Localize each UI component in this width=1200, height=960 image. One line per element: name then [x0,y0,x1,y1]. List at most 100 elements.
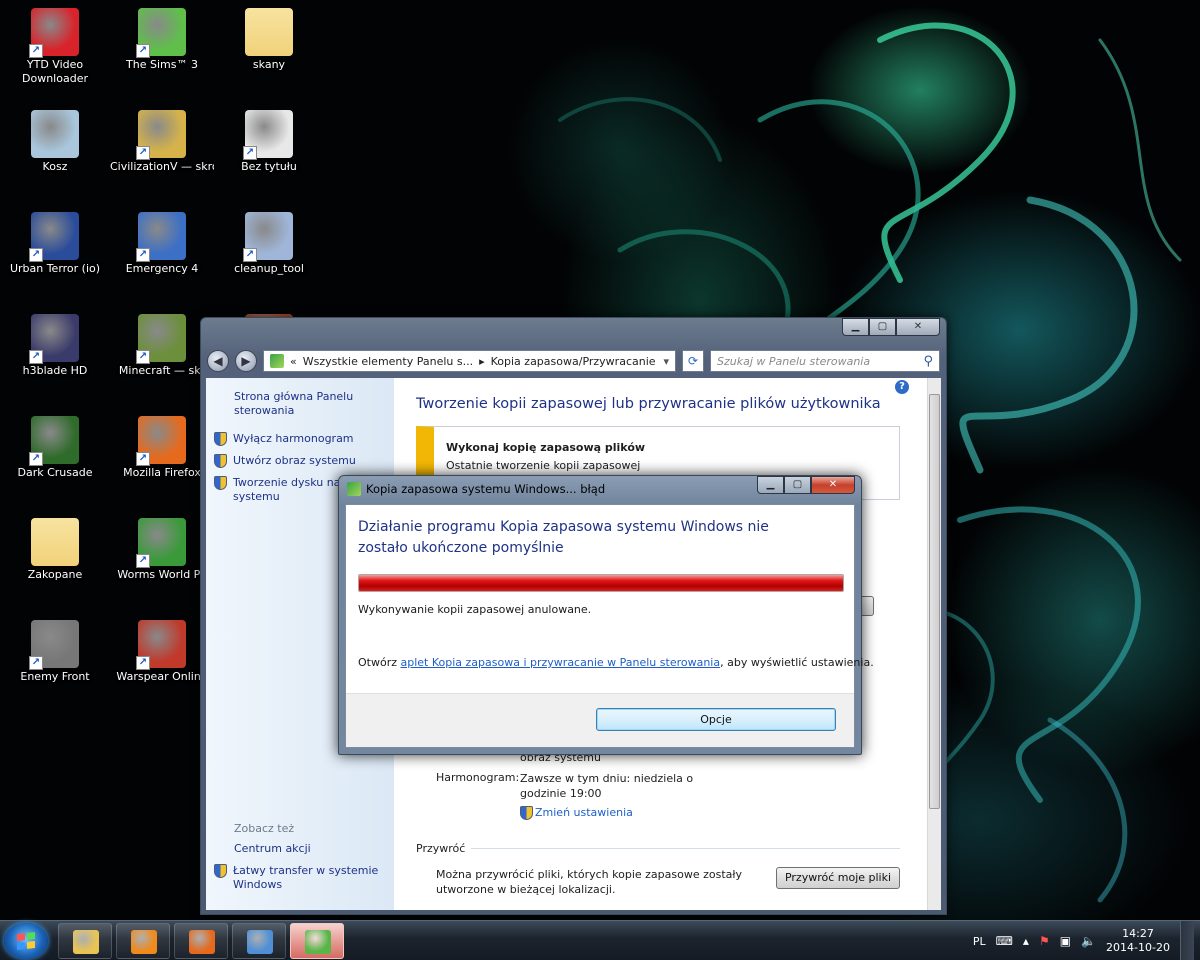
taskbar-button[interactable] [174,923,228,959]
sidebar-item-disable-schedule[interactable]: Wyłącz harmonogram [214,432,394,446]
breadcrumb-separator-icon[interactable]: ▸ [479,355,485,368]
schedule-value-line1: Zawsze w tym dniu: niedziela o [520,772,694,785]
taskbar-button[interactable] [58,923,112,959]
desktop-icon-label: cleanup_tool [234,262,304,275]
dialog-close-button[interactable]: ✕ [811,476,855,494]
desktop-icon[interactable]: Kosz [3,106,107,206]
refresh-icon[interactable]: ⟳ [682,350,704,372]
shortcut-arrow-icon: ↗ [29,44,43,58]
desktop-icon[interactable]: ↗ Warspear Online [110,616,214,716]
show-desktop-button[interactable] [1180,921,1194,960]
desktop-icon[interactable]: skany [217,4,321,104]
backup-applet-link[interactable]: aplet Kopia zapasowa i przywracanie w Pa… [401,656,721,669]
see-also-heading: Zobacz też [234,822,295,835]
desktop-icon[interactable]: ↗ Bez tytułu [217,106,321,206]
desktop-icon-label-line2: Downloader [22,72,88,85]
taskbar-button[interactable] [232,923,286,959]
desktop-icon[interactable]: ↗ Urban Terror (io) [3,208,107,308]
restore-text: Można przywrócić pliki, których kopie za… [436,867,742,897]
language-indicator[interactable]: PL [973,935,986,948]
warspear-icon: ↗ [136,620,186,670]
dialog-titlebar: Kopia zapasowa systemu Windows... błąd [347,482,605,496]
clock[interactable]: 14:27 2014-10-20 [1106,927,1170,955]
desktop-icon[interactable]: ↗ Worms World Pa [110,514,214,614]
scrollbar-thumb[interactable] [929,394,940,809]
system-tray: PL ⌨ ▴ ⚑ ▣ 🔈 14:27 2014-10-20 [973,921,1200,960]
desktop-icon-label: CivilizationV — skrót [110,160,214,173]
restore-row: Można przywrócić pliki, których kopie za… [416,867,900,897]
address-bar[interactable]: « Wszystkie elementy Panelu s... ▸ Kopia… [263,350,676,372]
desktop-icon[interactable]: ↗ h3blade HD [3,310,107,410]
desktop-icon[interactable]: ↗ Dark Crusade [3,412,107,512]
volume-icon[interactable]: 🔈 [1081,934,1096,948]
taskbar-button[interactable] [290,923,344,959]
dialog-minimize-button[interactable]: ▁ [757,476,784,494]
change-settings-link[interactable]: Zmień ustawienia [520,805,693,820]
schedule-value-line2: godzinie 19:00 [520,787,602,800]
shortcut-arrow-icon: ↗ [243,248,257,262]
address-prefix: « [290,354,297,368]
options-button[interactable]: Opcje [596,708,836,731]
close-button[interactable]: ✕ [896,318,940,336]
desktop-icon[interactable]: ↗ CivilizationV — skrót [110,106,214,206]
minimize-button[interactable]: ▁ [842,318,869,336]
desktop-icon-label: Enemy Front [20,670,90,683]
see-also-easy-transfer[interactable]: Łatwy transfer w systemie Windows [214,864,394,892]
shield-icon [520,805,533,820]
sidebar-item-create-image[interactable]: Utwórz obraz systemu [214,454,394,468]
shortcut-arrow-icon: ↗ [29,350,43,364]
desktop-icon[interactable]: ↗ cleanup_tool [217,208,321,308]
vertical-scrollbar[interactable] [927,378,941,910]
desktop-icon[interactable]: ↗ Emergency 4 [110,208,214,308]
urban-terror-icon: ↗ [29,212,79,262]
installer-icon: ↗ [243,212,293,262]
backup-progress-bar [358,574,844,592]
firefox-icon [189,930,215,954]
folder-icon [245,8,293,56]
shortcut-arrow-icon: ↗ [243,146,257,160]
h3blade-icon: ↗ [29,314,79,364]
back-button[interactable]: ◀ [207,350,229,372]
ytd-icon: ↗ [29,8,79,58]
shield-icon [214,864,227,878]
schedule-value: Zawsze w tym dniu: niedziela o godzinie … [520,771,693,820]
restore-files-button[interactable]: Przywróć moje pliki [776,867,900,889]
desktop-icon-label: Warspear Online [116,670,208,683]
desktop-icon-label: Minecraft — skr [118,364,206,377]
desktop-icon[interactable]: ↗ Enemy Front [3,616,107,716]
recycle-bin-icon [31,110,79,158]
change-settings-label: Zmień ustawienia [535,806,633,819]
dialog-maximize-button[interactable]: ▢ [784,476,811,494]
dialog-open-text: Otwórz aplet Kopia zapasowa i przywracan… [358,656,874,669]
address-dropdown-icon[interactable]: ▾ [663,355,669,368]
backup-error-dialog[interactable]: Kopia zapasowa systemu Windows... błąd ▁… [338,475,874,755]
breadcrumb-backup[interactable]: Kopia zapasowa/Przywracanie [491,355,656,368]
desktop-icon[interactable]: ↗ Minecraft — skr [110,310,214,410]
taskbar-button[interactable] [116,923,170,959]
search-input[interactable]: Szukaj w Panelu sterowania ⚲ [710,350,940,372]
breadcrumb-all-items[interactable]: Wszystkie elementy Panelu s... [303,355,473,368]
help-icon[interactable]: ? [895,380,909,394]
network-icon[interactable]: ▣ [1060,934,1071,948]
forward-button[interactable]: ▶ [235,350,257,372]
sidebar-item-label: Wyłącz harmonogram [233,432,354,445]
dialog-footer: Opcje [346,693,854,747]
see-also-action-center[interactable]: Centrum akcji [214,842,394,856]
desktop-icon[interactable]: Zakopane [3,514,107,614]
desktop-icon[interactable]: ↗ The Sims™ 3 [110,4,214,104]
folder-icon [31,518,79,566]
tray-expand-icon[interactable]: ▴ [1023,934,1029,948]
search-icon[interactable]: ⚲ [923,354,933,369]
start-button[interactable] [4,923,48,959]
action-center-flag-icon[interactable]: ⚑ [1039,934,1050,948]
keyboard-icon[interactable]: ⌨ [996,934,1013,948]
maximize-button[interactable]: ▢ [869,318,896,336]
desktop-icon[interactable]: ↗ YTD Video Downloader [3,4,107,104]
desktop-icon-label: Dark Crusade [17,466,93,479]
sidebar-home-link[interactable]: Strona główna Panelu sterowania [214,390,394,418]
desktop-icon-label: Urban Terror (io) [9,262,101,275]
desktop-icon-label: The Sims™ 3 [126,58,198,71]
restore-section-header: Przywróć [416,842,900,855]
desktop-icon[interactable]: ↗ Mozilla Firefox [110,412,214,512]
dialog-status: Wykonywanie kopii zapasowej anulowane. [358,603,592,616]
